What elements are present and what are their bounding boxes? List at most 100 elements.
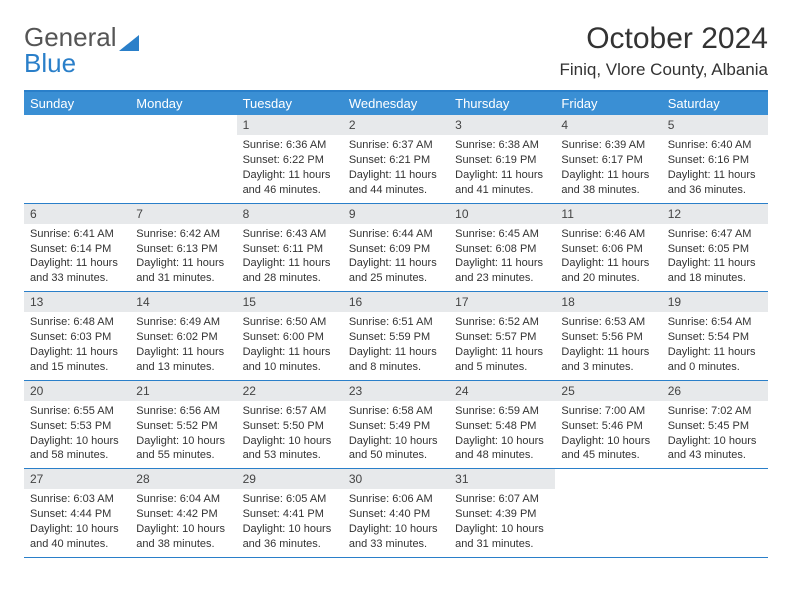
day-number: 4 [555,115,661,135]
day-number: 31 [449,469,555,489]
day-number: 27 [24,469,130,489]
daylight-text: Daylight: 11 hours [243,345,337,360]
day-15: 15Sunrise: 6:50 AMSunset: 6:00 PMDayligh… [237,292,343,380]
sunset-text: Sunset: 4:41 PM [243,507,337,522]
daylight-text: Daylight: 11 hours [561,256,655,271]
sunrise-text: Sunrise: 6:54 AM [668,315,762,330]
week-row: 6Sunrise: 6:41 AMSunset: 6:14 PMDaylight… [24,203,768,292]
daylight-text: and 44 minutes. [349,183,443,198]
sunset-text: Sunset: 6:03 PM [30,330,124,345]
daylight-text: Daylight: 11 hours [668,256,762,271]
sunrise-text: Sunrise: 6:03 AM [30,492,124,507]
daylight-text: Daylight: 11 hours [455,168,549,183]
day-10: 10Sunrise: 6:45 AMSunset: 6:08 PMDayligh… [449,204,555,292]
sunset-text: Sunset: 6:06 PM [561,242,655,257]
day-details: Sunrise: 7:00 AMSunset: 5:46 PMDaylight:… [555,401,661,468]
day-number: 16 [343,292,449,312]
day-number: 6 [24,204,130,224]
days-of-week-header: SundayMondayTuesdayWednesdayThursdayFrid… [24,92,768,115]
daylight-text: Daylight: 11 hours [349,345,443,360]
daylight-text: and 40 minutes. [30,537,124,552]
sunrise-text: Sunrise: 6:58 AM [349,404,443,419]
sunset-text: Sunset: 6:09 PM [349,242,443,257]
dow-friday: Friday [555,92,661,115]
day-17: 17Sunrise: 6:52 AMSunset: 5:57 PMDayligh… [449,292,555,380]
sunrise-text: Sunrise: 6:51 AM [349,315,443,330]
sail-icon [119,29,141,47]
empty-cell: . [555,469,661,557]
sunrise-text: Sunrise: 6:41 AM [30,227,124,242]
sunset-text: Sunset: 5:49 PM [349,419,443,434]
daylight-text: Daylight: 10 hours [243,522,337,537]
day-details: Sunrise: 6:56 AMSunset: 5:52 PMDaylight:… [130,401,236,468]
day-details: Sunrise: 6:38 AMSunset: 6:19 PMDaylight:… [449,135,555,202]
day-number: 15 [237,292,343,312]
day-details: Sunrise: 6:07 AMSunset: 4:39 PMDaylight:… [449,489,555,556]
day-number: 9 [343,204,449,224]
daylight-text: Daylight: 11 hours [668,168,762,183]
week-row: 13Sunrise: 6:48 AMSunset: 6:03 PMDayligh… [24,291,768,380]
day-details: Sunrise: 6:05 AMSunset: 4:41 PMDaylight:… [237,489,343,556]
day-number: 18 [555,292,661,312]
day-details: Sunrise: 6:04 AMSunset: 4:42 PMDaylight:… [130,489,236,556]
daylight-text: Daylight: 11 hours [243,168,337,183]
sunrise-text: Sunrise: 6:47 AM [668,227,762,242]
day-number: 1 [237,115,343,135]
sunrise-text: Sunrise: 7:02 AM [668,404,762,419]
daylight-text: and 33 minutes. [349,537,443,552]
daylight-text: and 38 minutes. [561,183,655,198]
day-number: 5 [662,115,768,135]
sunrise-text: Sunrise: 6:38 AM [455,138,549,153]
daylight-text: Daylight: 11 hours [561,168,655,183]
daylight-text: and 58 minutes. [30,448,124,463]
sunrise-text: Sunrise: 6:46 AM [561,227,655,242]
daylight-text: Daylight: 11 hours [136,345,230,360]
sunset-text: Sunset: 6:02 PM [136,330,230,345]
day-4: 4Sunrise: 6:39 AMSunset: 6:17 PMDaylight… [555,115,661,203]
sunset-text: Sunset: 6:05 PM [668,242,762,257]
sunset-text: Sunset: 5:48 PM [455,419,549,434]
day-details: Sunrise: 6:03 AMSunset: 4:44 PMDaylight:… [24,489,130,556]
sunset-text: Sunset: 6:22 PM [243,153,337,168]
sunset-text: Sunset: 4:44 PM [30,507,124,522]
day-number: 2 [343,115,449,135]
day-number: 17 [449,292,555,312]
day-details: Sunrise: 6:45 AMSunset: 6:08 PMDaylight:… [449,224,555,291]
daylight-text: Daylight: 11 hours [349,168,443,183]
sunset-text: Sunset: 6:00 PM [243,330,337,345]
day-7: 7Sunrise: 6:42 AMSunset: 6:13 PMDaylight… [130,204,236,292]
day-number: 23 [343,381,449,401]
day-number: 13 [24,292,130,312]
sunrise-text: Sunrise: 7:00 AM [561,404,655,419]
daylight-text: and 5 minutes. [455,360,549,375]
day-25: 25Sunrise: 7:00 AMSunset: 5:46 PMDayligh… [555,381,661,469]
sunset-text: Sunset: 6:17 PM [561,153,655,168]
sunset-text: Sunset: 5:54 PM [668,330,762,345]
daylight-text: and 33 minutes. [30,271,124,286]
day-13: 13Sunrise: 6:48 AMSunset: 6:03 PMDayligh… [24,292,130,380]
day-number: 11 [555,204,661,224]
day-11: 11 Sunrise: 6:46 AMSunset: 6:06 PMDayligh… [555,204,661,292]
daylight-text: and 45 minutes. [561,448,655,463]
day-details: Sunrise: 6:06 AMSunset: 4:40 PMDaylight:… [343,489,449,556]
sunset-text: Sunset: 4:42 PM [136,507,230,522]
day-number: 22 [237,381,343,401]
sunset-text: Sunset: 6:13 PM [136,242,230,257]
day-details: Sunrise: 6:47 AMSunset: 6:05 PMDaylight:… [662,224,768,291]
day-number: 26 [662,381,768,401]
day-details: Sunrise: 6:44 AMSunset: 6:09 PMDaylight:… [343,224,449,291]
sunset-text: Sunset: 4:39 PM [455,507,549,522]
daylight-text: and 25 minutes. [349,271,443,286]
sunrise-text: Sunrise: 6:55 AM [30,404,124,419]
daylight-text: Daylight: 11 hours [455,256,549,271]
day-12: 12Sunrise: 6:47 AMSunset: 6:05 PMDayligh… [662,204,768,292]
day-6: 6Sunrise: 6:41 AMSunset: 6:14 PMDaylight… [24,204,130,292]
day-3: 3Sunrise: 6:38 AMSunset: 6:19 PMDaylight… [449,115,555,203]
sunset-text: Sunset: 5:57 PM [455,330,549,345]
sunrise-text: Sunrise: 6:36 AM [243,138,337,153]
day-30: 30Sunrise: 6:06 AMSunset: 4:40 PMDayligh… [343,469,449,557]
day-2: 2Sunrise: 6:37 AMSunset: 6:21 PMDaylight… [343,115,449,203]
sunset-text: Sunset: 5:56 PM [561,330,655,345]
sunrise-text: Sunrise: 6:37 AM [349,138,443,153]
daylight-text: Daylight: 10 hours [455,434,549,449]
